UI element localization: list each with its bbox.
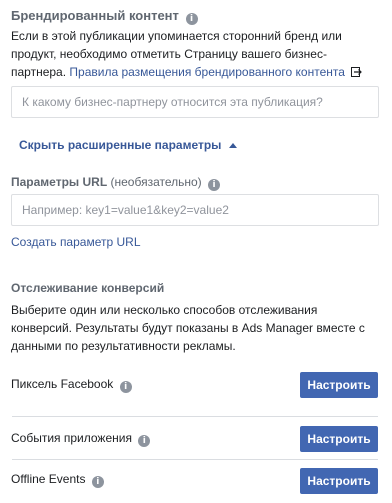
branded-content-policy-link[interactable]: Правила размещения брендированного конте… xyxy=(69,65,345,79)
divider xyxy=(12,416,378,417)
url-params-title: Параметры URL xyxy=(11,175,108,189)
offline-events-row: Offline Events i xyxy=(11,472,104,488)
facebook-pixel-label: Пиксель Facebook xyxy=(11,377,114,391)
info-icon[interactable]: i xyxy=(208,179,221,191)
info-icon[interactable]: i xyxy=(119,381,132,393)
url-params-heading: Параметры URL (необязательно) i xyxy=(11,175,221,191)
divider xyxy=(12,459,378,460)
branded-content-title: Брендированный контент xyxy=(11,8,179,23)
create-url-param-link[interactable]: Создать параметр URL xyxy=(11,235,141,249)
info-icon[interactable]: i xyxy=(138,435,151,447)
conversion-tracking-title: Отслеживание конверсий xyxy=(11,281,165,295)
offline-events-setup-button[interactable]: Настроить xyxy=(300,468,378,494)
hide-advanced-options-label: Скрыть расширенные параметры xyxy=(19,138,222,152)
url-params-input[interactable] xyxy=(11,194,379,226)
external-link-icon[interactable] xyxy=(351,65,363,83)
app-events-setup-button[interactable]: Настроить xyxy=(300,426,378,452)
caret-up-icon xyxy=(228,137,237,151)
facebook-pixel-row: Пиксель Facebook i xyxy=(11,377,132,393)
branded-content-description-block: Если в этой публикации упоминается сторо… xyxy=(11,27,381,83)
branded-content-section: Брендированный контент i xyxy=(11,8,198,25)
facebook-pixel-setup-button[interactable]: Настроить xyxy=(300,372,378,398)
info-icon[interactable]: i xyxy=(185,13,198,25)
offline-events-label: Offline Events xyxy=(11,472,86,486)
conversion-tracking-description: Выберите один или несколько способов отс… xyxy=(11,303,365,353)
url-params-optional: (необязательно) xyxy=(110,175,202,189)
info-icon[interactable]: i xyxy=(91,476,104,488)
app-events-label: События приложения xyxy=(11,431,132,445)
business-partner-input[interactable] xyxy=(11,86,379,118)
app-events-row: События приложения i xyxy=(11,431,151,447)
hide-advanced-options-toggle[interactable]: Скрыть расширенные параметры xyxy=(19,137,237,152)
